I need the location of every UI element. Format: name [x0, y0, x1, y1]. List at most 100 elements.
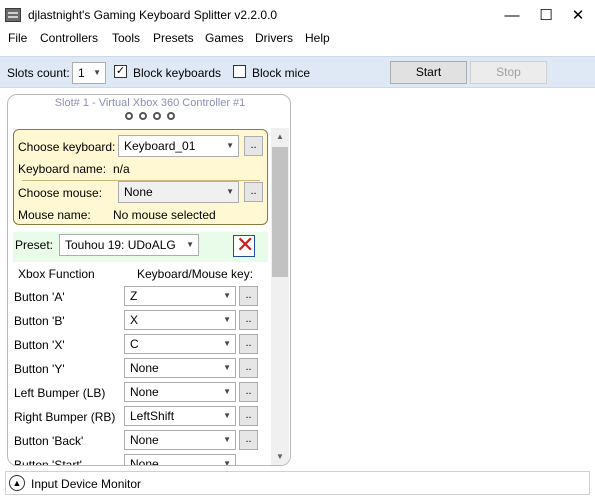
keyboard-select-value: Keyboard_01 — [124, 139, 196, 153]
block-mice-label: Block mice — [252, 66, 311, 80]
mapping-key-value: X — [130, 313, 139, 327]
mapping-browse-button[interactable]: .. — [239, 430, 258, 450]
mapping-browse-button[interactable]: .. — [239, 334, 258, 354]
mapping-browse-button[interactable]: .. — [239, 310, 258, 330]
choose-keyboard-label: Choose keyboard: — [18, 140, 116, 154]
slots-count-label: Slots count: — [7, 66, 70, 80]
page-dot[interactable] — [153, 112, 161, 120]
stop-button[interactable]: Stop — [470, 61, 547, 84]
mapping-key-value: LeftShift — [130, 409, 175, 423]
mapping-key-value: None — [130, 433, 159, 447]
chevron-down-icon: ▼ — [93, 68, 101, 77]
block-keyboards-label: Block keyboards — [133, 66, 222, 80]
chevron-down-icon: ▼ — [226, 141, 234, 150]
mapping-function-label: Button 'X' — [14, 338, 65, 352]
mapping-key-select[interactable]: C ▼ — [124, 334, 236, 354]
choose-mouse-label: Choose mouse: — [18, 186, 103, 200]
chevron-down-icon: ▼ — [223, 339, 231, 348]
mapping-key-select[interactable]: None ▼ — [124, 430, 236, 450]
slot-page-dots — [125, 112, 185, 122]
column-header-function: Xbox Function — [18, 267, 95, 281]
mapping-key-value: None — [130, 457, 159, 466]
menu-drivers[interactable]: Drivers — [255, 31, 293, 45]
page-dot[interactable] — [167, 112, 175, 120]
mapping-key-value: Z — [130, 289, 138, 303]
mapping-key-select[interactable]: Z ▼ — [124, 286, 236, 306]
menu-file[interactable]: File — [8, 31, 27, 45]
mapping-browse-button[interactable]: .. — [239, 382, 258, 402]
menu-controllers[interactable]: Controllers — [40, 31, 98, 45]
menu-tools[interactable]: Tools — [112, 31, 140, 45]
mapping-key-select[interactable]: None ▼ — [124, 382, 236, 402]
block-keyboards-checkbox[interactable]: ✓ — [114, 65, 127, 78]
chevron-down-icon: ▼ — [223, 435, 231, 444]
chevron-down-icon: ▼ — [223, 363, 231, 372]
chevron-down-icon: ▼ — [223, 291, 231, 300]
column-header-key: Keyboard/Mouse key: — [137, 267, 254, 281]
mapping-key-select[interactable]: None ▼ — [124, 454, 236, 466]
mapping-key-value: None — [130, 361, 159, 375]
keyboard-name-value: n/a — [113, 162, 130, 176]
mapping-function-label: Button 'B' — [14, 314, 65, 328]
preset-select[interactable]: Touhou 19: UDoALG ▼ — [59, 234, 199, 256]
menu-bar: File Controllers Tools Presets Games Dri… — [0, 30, 595, 48]
start-button[interactable]: Start — [390, 61, 467, 84]
slot-panel: Slot# 1 - Virtual Xbox 360 Controller #1… — [7, 94, 291, 466]
block-mice-checkbox[interactable] — [233, 65, 246, 78]
page-dot[interactable] — [125, 112, 133, 120]
keyboard-select[interactable]: Keyboard_01 ▼ — [118, 135, 239, 157]
menu-presets[interactable]: Presets — [153, 31, 194, 45]
mapping-browse-button[interactable]: .. — [239, 406, 258, 426]
mapping-browse-button[interactable]: .. — [239, 286, 258, 306]
keyboard-browse-button[interactable]: .. — [244, 136, 263, 156]
mapping-function-label: Right Bumper (RB) — [14, 410, 116, 424]
mapping-key-value: None — [130, 385, 159, 399]
chevron-down-icon: ▼ — [223, 315, 231, 324]
scrollbar-thumb[interactable] — [272, 147, 288, 277]
mouse-name-label: Mouse name: — [18, 208, 91, 222]
preset-select-value: Touhou 19: UDoALG — [65, 238, 176, 252]
chevron-down-icon: ▼ — [223, 411, 231, 420]
scroll-down-arrow-icon[interactable]: ▼ — [271, 448, 289, 465]
chevron-down-icon: ▼ — [223, 459, 231, 466]
title-bar: djlastnight's Gaming Keyboard Splitter v… — [0, 0, 595, 30]
chevron-down-icon: ▼ — [223, 387, 231, 396]
mapping-function-label: Button 'A' — [14, 290, 65, 304]
scroll-up-arrow-icon[interactable]: ▲ — [271, 128, 289, 146]
chevron-up-circle-icon[interactable]: ▲ — [9, 475, 25, 491]
mouse-name-value: No mouse selected — [113, 208, 216, 222]
mapping-key-select[interactable]: LeftShift ▼ — [124, 406, 236, 426]
slots-count-value: 1 — [78, 66, 85, 80]
chevron-down-icon: ▼ — [226, 187, 234, 196]
device-selection-box: Choose keyboard: Keyboard_01 ▼ .. Keyboa… — [13, 129, 268, 225]
slot-title: Slot# 1 - Virtual Xbox 360 Controller #1 — [54, 97, 246, 109]
mapping-function-label: Button 'Start' — [14, 458, 82, 466]
mouse-select-value: None — [124, 185, 153, 199]
slots-count-select[interactable]: 1 ▼ — [72, 62, 106, 84]
toolbar: Slots count: 1 ▼ ✓ Block keyboards Block… — [0, 56, 595, 88]
menu-help[interactable]: Help — [305, 31, 330, 45]
mapping-key-select[interactable]: None ▼ — [124, 358, 236, 378]
chevron-down-icon: ▼ — [186, 240, 194, 249]
input-device-monitor-bar[interactable]: ▲ Input Device Monitor — [5, 471, 590, 495]
mapping-key-value: C — [130, 337, 139, 351]
mapping-function-label: Button 'Back' — [14, 434, 84, 448]
delete-x-icon: ✕ — [236, 232, 255, 257]
preset-label: Preset: — [15, 238, 54, 252]
menu-games[interactable]: Games — [205, 31, 244, 45]
mapping-function-label: Left Bumper (LB) — [14, 386, 106, 400]
mouse-browse-button[interactable]: .. — [244, 182, 263, 202]
mapping-function-label: Button 'Y' — [14, 362, 65, 376]
mouse-select[interactable]: None ▼ — [118, 181, 239, 203]
maximize-button[interactable]: ☐ — [529, 0, 563, 30]
close-button[interactable]: ✕ — [561, 0, 595, 30]
keyboard-icon — [5, 8, 21, 22]
minimize-button[interactable]: — — [495, 0, 529, 30]
input-device-monitor-label: Input Device Monitor — [31, 477, 142, 491]
window-title: djlastnight's Gaming Keyboard Splitter v… — [28, 8, 278, 22]
keyboard-name-label: Keyboard name: — [18, 162, 107, 176]
mapping-browse-button[interactable]: .. — [239, 358, 258, 378]
page-dot[interactable] — [139, 112, 147, 120]
mapping-key-select[interactable]: X ▼ — [124, 310, 236, 330]
delete-preset-button[interactable]: ✕ — [233, 232, 255, 257]
